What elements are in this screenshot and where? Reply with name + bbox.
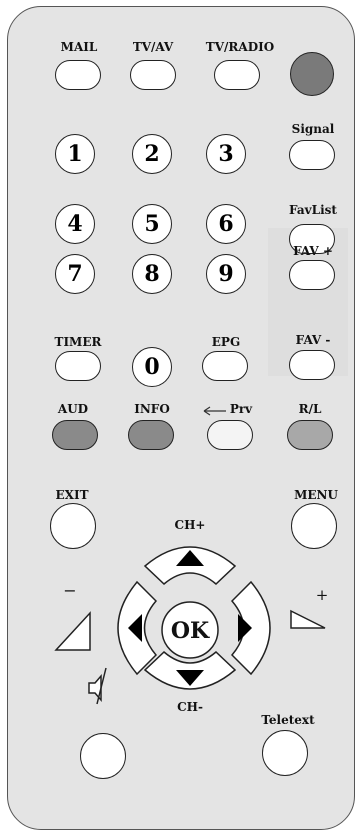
nav-cluster xyxy=(54,406,326,705)
teletext-label: Teletext xyxy=(261,713,315,727)
left-arrow-icon xyxy=(203,406,226,416)
mute-button[interactable] xyxy=(80,733,126,779)
teletext-button[interactable] xyxy=(262,730,308,776)
ok-label: OK xyxy=(170,618,210,644)
speaker-mute-icon xyxy=(88,667,107,705)
volume-up-ramp-icon xyxy=(290,609,326,629)
volume-down-ramp-icon xyxy=(54,611,91,651)
